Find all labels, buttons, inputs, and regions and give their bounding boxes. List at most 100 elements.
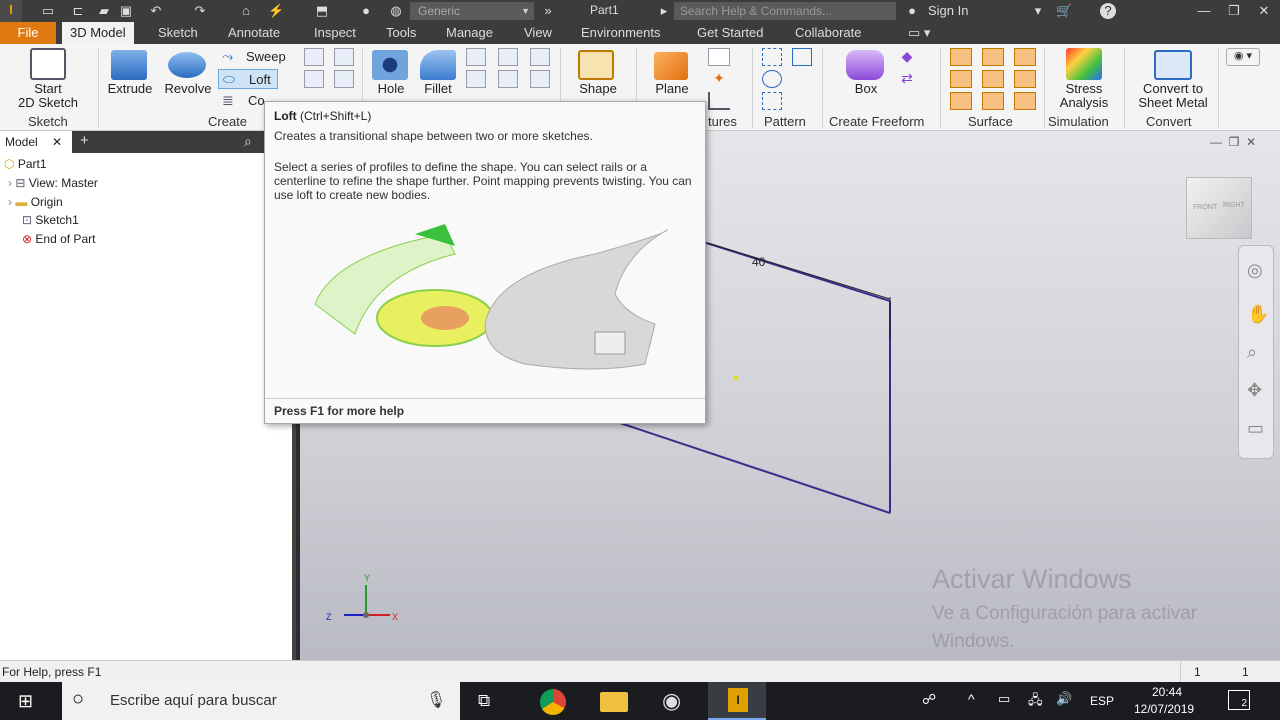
rectangular-pattern-icon[interactable] xyxy=(762,48,782,66)
trim-icon[interactable] xyxy=(982,70,1004,88)
ribbon-options-icon[interactable]: ▭ ▾ xyxy=(900,22,938,44)
sign-in-link[interactable]: Sign In xyxy=(928,3,968,18)
mirror-icon[interactable] xyxy=(792,48,812,66)
tab-inspect[interactable]: Inspect xyxy=(306,22,364,44)
split-icon[interactable] xyxy=(530,48,550,66)
sculpt-icon[interactable] xyxy=(1014,48,1036,66)
expand-icon[interactable]: › xyxy=(8,176,12,190)
help-search-input[interactable]: Search Help & Commands... xyxy=(674,2,896,20)
undo-icon[interactable]: ↶ xyxy=(148,3,164,19)
inventor-taskbar-button[interactable]: I xyxy=(708,682,766,720)
select-filter-icon[interactable]: ⬒ xyxy=(314,3,330,19)
chamfer-icon[interactable] xyxy=(466,48,486,66)
chevron-up-icon[interactable]: ^ xyxy=(968,691,975,707)
clock-date[interactable]: 12/07/2019 xyxy=(1134,702,1194,716)
close-icon[interactable]: ✕ xyxy=(1256,3,1272,19)
chrome-icon[interactable] xyxy=(540,689,566,715)
play-icon[interactable]: ▸ xyxy=(656,3,672,19)
windows-start-icon[interactable]: ⊞ xyxy=(18,691,33,712)
expand-icon[interactable]: » xyxy=(540,3,556,19)
tab-collaborate[interactable]: Collaborate xyxy=(787,22,870,44)
viewcube[interactable]: FRONT RIGHT xyxy=(1186,177,1252,239)
file-explorer-icon[interactable] xyxy=(600,692,628,712)
draft-icon[interactable] xyxy=(498,70,518,88)
add-tab-icon[interactable]: + xyxy=(80,132,89,149)
circular-pattern-icon[interactable] xyxy=(762,70,782,88)
tab-get-started[interactable]: Get Started xyxy=(689,22,771,44)
steering-wheel-icon[interactable]: ◎ xyxy=(1247,260,1263,281)
microphone-icon[interactable]: 🎙 xyxy=(426,690,446,710)
shape-generator-button[interactable]: Shape xyxy=(572,82,624,96)
redo-icon[interactable]: ↷ xyxy=(192,3,208,19)
zoom-icon[interactable]: ⌕ xyxy=(1247,342,1257,363)
coil-button[interactable]: Co xyxy=(248,94,265,108)
emboss-icon[interactable] xyxy=(304,48,324,66)
replace-face-icon[interactable] xyxy=(982,92,1004,110)
tab-tools[interactable]: Tools xyxy=(378,22,424,44)
new-icon[interactable]: ▭ xyxy=(40,3,56,19)
appearance-icon[interactable]: ● xyxy=(358,3,374,19)
look-at-icon[interactable]: ▭ xyxy=(1247,418,1264,439)
sketch-pattern-icon[interactable] xyxy=(762,92,782,110)
thread-icon[interactable] xyxy=(498,48,518,66)
input-language[interactable]: ESP xyxy=(1090,694,1114,708)
search-icon[interactable]: ⌕ xyxy=(244,133,252,150)
task-view-icon[interactable]: ⧉ xyxy=(478,691,490,711)
battery-icon[interactable]: ▭ xyxy=(998,691,1010,707)
hole-button[interactable]: Hole xyxy=(372,82,410,96)
expand-icon[interactable]: › xyxy=(8,195,12,209)
freeform-face-icon[interactable]: ◆ xyxy=(896,48,918,66)
ucs-icon[interactable] xyxy=(708,92,730,110)
tree-item-part[interactable]: ⬡ Part1 xyxy=(4,157,47,171)
tab-environments[interactable]: Environments xyxy=(573,22,668,44)
chevron-down-icon[interactable]: ▾ xyxy=(1030,3,1046,19)
tab-manage[interactable]: Manage xyxy=(438,22,501,44)
extend-icon[interactable] xyxy=(1014,70,1036,88)
import-icon[interactable] xyxy=(334,70,354,88)
stress-analysis-button[interactable]: Stress Analysis xyxy=(1050,82,1118,110)
dimension-value[interactable]: 40 xyxy=(752,255,765,269)
freeform-convert-icon[interactable]: ⇄ xyxy=(896,70,918,88)
minimize-icon[interactable]: — xyxy=(1196,3,1212,19)
tab-3d-model[interactable]: 3D Model xyxy=(62,22,134,44)
extrude-button[interactable]: Extrude xyxy=(104,82,156,96)
pan-icon[interactable]: ✋ xyxy=(1247,304,1269,325)
tab-file[interactable]: File xyxy=(0,22,56,44)
minimize-icon[interactable]: — xyxy=(1210,135,1222,149)
notifications-icon[interactable]: 2 xyxy=(1228,690,1250,710)
cart-icon[interactable]: 🛒 xyxy=(1056,3,1072,19)
freeform-box-button[interactable]: Box xyxy=(846,82,886,96)
tab-view[interactable]: View xyxy=(516,22,560,44)
derive-icon[interactable] xyxy=(334,48,354,66)
close-icon[interactable]: ✕ xyxy=(52,131,62,153)
ruled-surface-icon[interactable] xyxy=(950,92,972,110)
restore-icon[interactable]: ❐ xyxy=(1226,3,1242,19)
rib-icon[interactable] xyxy=(304,70,324,88)
network-icon[interactable]: 🖧 xyxy=(1028,691,1043,713)
orbit-icon[interactable]: ✥ xyxy=(1247,380,1262,401)
tree-item-view[interactable]: › ⊟ View: Master xyxy=(8,176,98,190)
home-icon[interactable]: ⌂ xyxy=(238,3,254,19)
patch-icon[interactable] xyxy=(950,70,972,88)
material-dropdown[interactable]: Generic ▼ xyxy=(410,2,534,20)
ribbon-expand-icon[interactable]: ◉ ▾ xyxy=(1226,48,1260,66)
tree-item-end-of-part[interactable]: ⊗ End of Part xyxy=(22,232,95,246)
combine-icon[interactable] xyxy=(530,70,550,88)
restore-icon[interactable]: ❐ xyxy=(1229,135,1240,149)
taskbar-search[interactable]: ○ Escribe aquí para buscar 🎙 xyxy=(62,682,460,720)
save-icon[interactable]: ▣ xyxy=(118,3,134,19)
tree-item-origin[interactable]: › ▬ Origin xyxy=(8,195,63,209)
tab-sketch[interactable]: Sketch xyxy=(150,22,206,44)
thicken-icon[interactable] xyxy=(950,48,972,66)
app-logo[interactable]: I xyxy=(0,0,22,22)
axis-icon[interactable] xyxy=(708,48,730,66)
people-icon[interactable]: ☍ xyxy=(922,691,936,708)
tab-annotate[interactable]: Annotate xyxy=(220,22,288,44)
tree-item-sketch1[interactable]: ⊡ Sketch1 xyxy=(22,213,79,227)
delete-face-icon[interactable] xyxy=(1014,92,1036,110)
update-icon[interactable]: ⚡ xyxy=(268,3,284,19)
viewcube-front[interactable]: FRONT xyxy=(1193,204,1217,211)
volume-icon[interactable]: 🔊 xyxy=(1056,691,1072,707)
point-icon[interactable]: ✦ xyxy=(708,70,730,88)
open-folder-icon[interactable]: ▰ xyxy=(96,3,112,19)
